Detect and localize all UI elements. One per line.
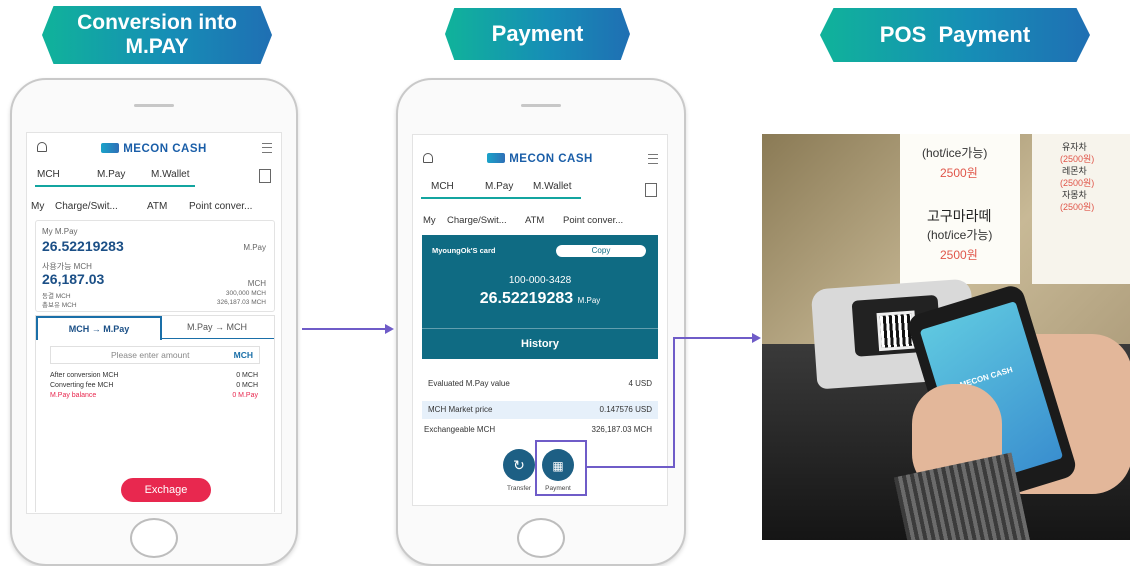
tab-mwallet[interactable]: M.Wallet <box>151 169 190 180</box>
banner-conversion: Conversion into M.PAY <box>42 6 272 64</box>
tab-underline <box>421 197 581 199</box>
mypay-value: 26.52219283 <box>42 238 124 254</box>
phone-conversion: MECON CASH MCH M.Pay M.Wallet My Charge/… <box>10 78 298 566</box>
history-button[interactable]: History <box>422 328 658 359</box>
banner-payment: Payment <box>445 8 630 60</box>
connector-horizontal <box>585 466 675 468</box>
subnav-my[interactable]: My <box>423 215 436 226</box>
home-button[interactable] <box>130 518 178 558</box>
subnav-atm[interactable]: ATM <box>525 215 544 226</box>
subnav-charge[interactable]: Charge/Swit... <box>55 201 118 212</box>
mecon-logo-icon <box>101 143 120 153</box>
menu-side-6: (2500원) <box>1060 202 1095 212</box>
subnav-my[interactable]: My <box>31 201 44 212</box>
card-balance: 26.52219283 <box>479 290 574 307</box>
card-balance-line: 26.52219283 M.Pay <box>422 290 658 308</box>
tab-mch[interactable]: MCH <box>37 169 60 180</box>
amount-unit: MCH <box>233 350 253 360</box>
menu-icon[interactable] <box>262 143 272 153</box>
amount-placeholder: Please enter amount <box>111 350 190 360</box>
banner-pos-payment: POS Payment <box>820 8 1090 62</box>
subnav-point[interactable]: Point conver... <box>189 201 252 212</box>
phone-speaker <box>134 104 174 107</box>
subnav-atm[interactable]: ATM <box>147 201 167 212</box>
tab-mch[interactable]: MCH <box>431 181 454 192</box>
evaluated-row: Evaluated M.Pay value 4 USD <box>428 379 652 388</box>
arrow-1-line <box>302 328 386 330</box>
tab-mpay[interactable]: M.Pay <box>485 181 513 192</box>
arrow-2-head <box>752 333 761 343</box>
row-after-conversion: After conversion MCH 0 MCH <box>50 372 258 379</box>
mypay-unit: M.Pay <box>243 243 266 252</box>
exchange-button[interactable]: Exchage <box>121 478 211 502</box>
arrow-2-line <box>673 337 753 339</box>
mypay-label: My M.Pay <box>42 227 78 236</box>
menu-text-1: (hot/ice가능) <box>922 146 988 160</box>
transfer-label: Transfer <box>507 485 531 492</box>
payment-highlight-box <box>535 440 587 496</box>
mpay-card: MyoungOk'S card Copy 100-000-3428 26.522… <box>422 235 658 359</box>
document-icon[interactable] <box>259 169 271 183</box>
main-tabs: MCH M.Pay M.Wallet <box>421 181 659 199</box>
document-icon[interactable] <box>645 183 657 197</box>
market-price-row: MCH Market price 0.147576 USD <box>422 401 658 419</box>
menu-icon[interactable] <box>648 154 658 164</box>
row-converting-fee: Converting fee MCH 0 MCH <box>50 382 258 389</box>
tab-mwallet[interactable]: M.Wallet <box>533 181 572 192</box>
amount-input[interactable]: Please enter amount MCH <box>50 346 260 364</box>
available-mch-value: 26,187.03 <box>42 271 105 287</box>
phone-speaker <box>521 104 561 107</box>
held-mch-label: 총보유 MCH <box>42 302 77 309</box>
tab-mpay-to-mch[interactable]: M.Pay → MCH <box>160 316 274 339</box>
card-owner: MyoungOk'S card <box>432 246 496 255</box>
home-button[interactable] <box>517 518 565 558</box>
brand-logo: MECON CASH <box>413 153 667 165</box>
brand-logo: MECON CASH <box>27 143 281 155</box>
pos-payment-photo: (hot/ice가능) 2500원 고구마라떼 (hot/ice가능) 2500… <box>762 134 1130 540</box>
arrow-1-head <box>385 324 394 334</box>
exchangeable-row: Exchangeable MCH 326,187.03 MCH <box>424 425 652 434</box>
frozen-mch-value: 300,000 MCH <box>225 290 266 297</box>
mpay-balance-card: My M.Pay 26.52219283 M.Pay 사용가능 MCH 26,1… <box>35 220 275 312</box>
row-mpay-balance: M.Pay balance 0 M.Pay <box>50 392 258 399</box>
held-mch-value: 326,187.03 MCH <box>216 299 266 306</box>
subnav-charge[interactable]: Charge/Swit... <box>447 215 507 226</box>
available-mch-unit: MCH <box>247 279 266 288</box>
menu-text-2: 고구마라떼 <box>927 208 992 224</box>
subnav-point[interactable]: Point conver... <box>563 215 623 226</box>
card-number: 100-000-3428 <box>508 275 572 286</box>
menu-text-3: (hot/ice가능) <box>927 228 993 242</box>
copy-button[interactable]: Copy <box>556 245 646 257</box>
tab-mch-to-mpay[interactable]: MCH → M.Pay <box>36 316 162 340</box>
tab-underline <box>35 185 195 187</box>
connector-vertical <box>673 337 675 468</box>
menu-price-1: 2500원 <box>940 166 978 180</box>
card-unit: M.Pay <box>577 296 601 305</box>
transfer-icon: ↻ <box>513 457 525 473</box>
conversion-screen: MECON CASH MCH M.Pay M.Wallet My Charge/… <box>26 132 282 514</box>
menu-price-2: 2500원 <box>940 248 978 262</box>
tab-mpay[interactable]: M.Pay <box>97 169 125 180</box>
main-tabs: MCH M.Pay M.Wallet <box>35 169 273 187</box>
mecon-logo-icon <box>487 153 506 163</box>
transfer-button[interactable]: ↻ <box>503 449 535 481</box>
